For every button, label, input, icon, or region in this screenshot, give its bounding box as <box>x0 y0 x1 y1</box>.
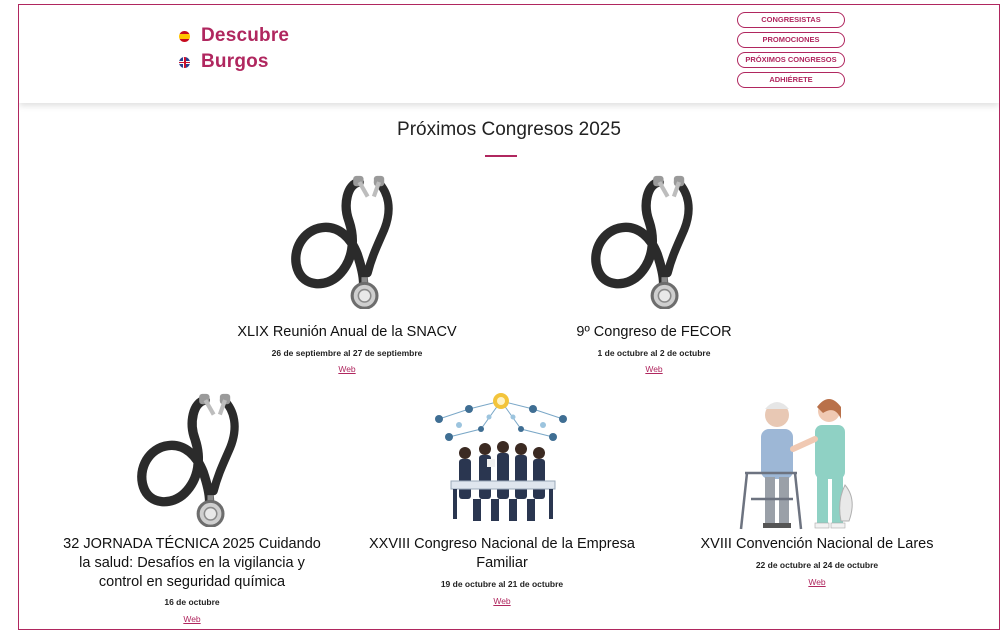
page-title: Próximos Congresos 2025 <box>397 119 621 140</box>
congress-dates: 26 de septiembre al 27 de septiembre <box>271 348 423 358</box>
congress-web-link[interactable]: Web <box>177 614 207 624</box>
brand-line-2: Burgos <box>201 51 269 72</box>
congress-dates: 22 de octubre al 24 de octubre <box>755 560 879 570</box>
nav-congresistas-button[interactable]: CONGRESISTAS <box>737 12 845 28</box>
nav-promociones-button[interactable]: PROMOCIONES <box>737 32 845 48</box>
business-meeting-image[interactable] <box>429 389 573 529</box>
congress-title: XVIII Convención Nacional de Lares <box>700 536 934 552</box>
congress-dates: 16 de octubre <box>164 597 220 607</box>
nav-proximos-congresos-button[interactable]: PRÓXIMOS CONGRESOS <box>737 52 845 68</box>
congress-web-link[interactable]: Web <box>802 577 832 587</box>
congress-title: XLIX Reunión Anual de la SNACV <box>237 324 457 340</box>
stethoscope-image[interactable] <box>285 173 409 309</box>
congress-dates: 1 de octubre al 2 de octubre <box>597 348 711 358</box>
brand-line-1: Descubre <box>201 25 290 46</box>
congress-title: 32 JORNADA TÉCNICA 2025 Cuidando la salu… <box>63 536 321 590</box>
caregiver-elderly-image[interactable] <box>737 389 861 535</box>
brand-logo[interactable]: Descubre Burgos <box>179 25 289 77</box>
nav-adhierete-button[interactable]: ADHIÉRETE <box>737 72 845 88</box>
congress-title: XXVIII Congreso Nacional de la Empresa F… <box>369 536 635 571</box>
congress-title: 9º Congreso de FECOR <box>576 324 732 340</box>
uk-flag-icon[interactable] <box>179 56 190 68</box>
congress-dates: 19 de octubre al 21 de octubre <box>440 579 564 589</box>
congress-web-link[interactable]: Web <box>639 364 669 374</box>
site-header: Descubre Burgos CONGRESISTAS PROMOCIONES… <box>19 5 999 103</box>
main-nav: CONGRESISTAS PROMOCIONES PRÓXIMOS CONGRE… <box>737 12 845 92</box>
congress-web-link[interactable]: Web <box>487 596 517 606</box>
title-divider <box>485 155 517 157</box>
spain-flag-icon[interactable] <box>179 30 190 42</box>
stethoscope-image[interactable] <box>131 391 255 527</box>
stethoscope-image[interactable] <box>585 173 709 309</box>
browser-viewport: Descubre Burgos CONGRESISTAS PROMOCIONES… <box>18 4 1000 630</box>
congress-web-link[interactable]: Web <box>332 364 362 374</box>
